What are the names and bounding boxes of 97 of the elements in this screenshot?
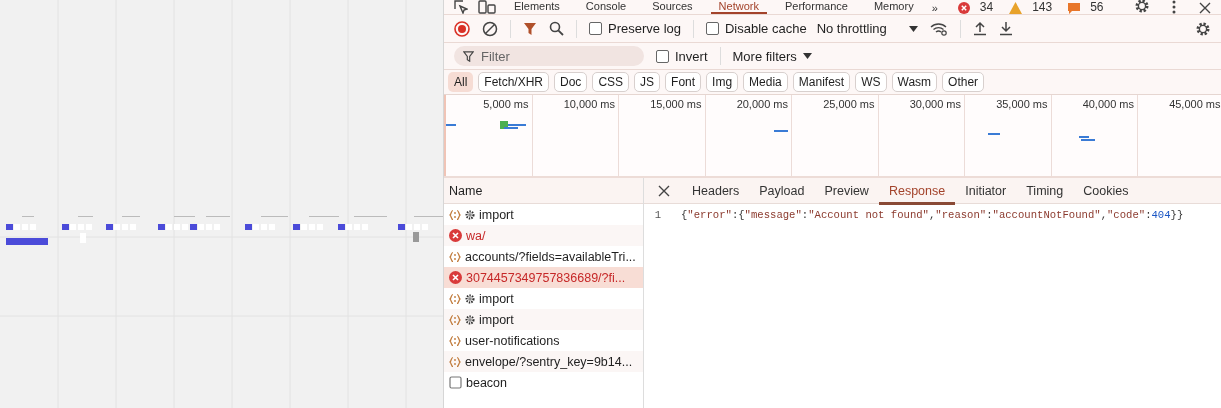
code-brackets-icon — [449, 355, 461, 368]
checkbox[interactable] — [706, 22, 719, 35]
request-name: 3074457349757836689/?fi... — [466, 270, 626, 285]
more-filters-dropdown[interactable]: More filters — [732, 48, 812, 64]
error-icon — [449, 271, 462, 284]
throttling-dropdown[interactable]: No throttling — [816, 21, 918, 36]
request-name: user-notifications — [465, 333, 560, 348]
type-filter-chip[interactable]: Doc — [554, 72, 588, 92]
clear-icon[interactable] — [482, 20, 498, 37]
close-icon[interactable] — [1199, 2, 1211, 14]
code-brackets-icon — [449, 250, 461, 263]
issue-count[interactable]: 34 — [979, 0, 994, 14]
network-conditions-icon[interactable] — [929, 21, 948, 36]
timeline-tick-label: 10,000 ms — [563, 98, 615, 110]
message-icon — [1068, 3, 1081, 14]
type-filter-chip[interactable]: WS — [855, 72, 887, 92]
caret-icon — [802, 53, 812, 59]
gear-icon — [465, 293, 475, 304]
panel-tab[interactable]: Memory — [865, 0, 922, 14]
timeline-tick-label: 35,000 ms — [996, 98, 1048, 110]
request-name: import — [479, 291, 514, 306]
detail-tab[interactable]: Timing — [1016, 179, 1074, 205]
detail-tab[interactable]: Initiator — [955, 179, 1017, 205]
inspect-icon[interactable] — [454, 0, 468, 14]
search-icon[interactable] — [549, 21, 564, 36]
type-filter-chip[interactable]: Media — [743, 72, 788, 92]
checkbox[interactable] — [589, 22, 602, 35]
detail-tab[interactable]: Response — [878, 179, 956, 205]
timeline-tick-label: 40,000 ms — [1082, 98, 1134, 110]
type-filter-chip[interactable]: Fetch/XHR — [478, 72, 550, 92]
request-row[interactable]: wa/ — [444, 225, 643, 246]
upload-icon[interactable] — [972, 21, 987, 36]
line-number: 1 — [653, 209, 662, 221]
disable-cache-label[interactable]: Disable cache — [725, 21, 807, 36]
request-name: envelope/?sentry_key=9b14... — [465, 354, 633, 369]
type-filter-chip[interactable]: Wasm — [891, 72, 938, 92]
issue-count[interactable]: 143 — [1032, 0, 1053, 14]
timeline-tick-label: 5,000 ms — [483, 98, 529, 110]
code-brackets-icon — [449, 313, 461, 326]
timeline-tick-label: 45,000 ms — [1169, 98, 1221, 110]
detail-tab[interactable]: Headers — [682, 179, 750, 205]
error-icon — [449, 229, 462, 242]
panel-tab[interactable]: Elements — [506, 0, 568, 14]
gear-icon — [465, 209, 475, 220]
filter-icon[interactable] — [523, 21, 537, 36]
filter-icon — [463, 51, 474, 62]
request-row[interactable]: user-notifications — [444, 330, 643, 351]
request-row[interactable]: accounts/?fields=availableTri... — [444, 246, 643, 267]
preserve-log-label[interactable]: Preserve log — [608, 21, 681, 36]
type-filter-chip[interactable]: Font — [665, 72, 702, 92]
detail-tab[interactable]: Payload — [749, 179, 815, 205]
timeline-tick-label: 20,000 ms — [736, 98, 788, 110]
response-code-line: {"error":{"message":"Account not found","reason":"accountNotFound","code":404}} — [681, 209, 1184, 221]
request-row[interactable]: import — [444, 309, 643, 330]
type-filter-chip[interactable]: Other — [942, 72, 985, 92]
request-name: import — [479, 207, 514, 222]
type-filter-chip[interactable]: Img — [706, 72, 739, 92]
code-brackets-icon — [449, 292, 461, 305]
request-row[interactable]: envelope/?sentry_key=9b14... — [444, 351, 643, 372]
column-header[interactable]: Name — [449, 183, 483, 198]
detail-tab[interactable]: Preview — [814, 179, 879, 205]
code-brackets-icon — [449, 334, 461, 347]
more-tabs-button[interactable]: » — [931, 2, 938, 14]
issue-count[interactable]: 56 — [1090, 0, 1104, 14]
document-icon — [449, 376, 462, 389]
request-row[interactable]: import — [444, 204, 643, 225]
type-filter-chip[interactable]: Manifest — [792, 72, 851, 92]
request-row[interactable]: import — [444, 288, 643, 309]
request-row[interactable]: 3074457349757836689/?fi... — [444, 267, 643, 288]
request-name: beacon — [466, 375, 507, 390]
panel-tab[interactable]: Sources — [644, 0, 701, 14]
code-brackets-icon — [449, 208, 461, 221]
request-row[interactable]: beacon — [444, 372, 643, 393]
timeline-tick-label: 30,000 ms — [909, 98, 961, 110]
settings-icon[interactable] — [1134, 0, 1151, 14]
filter-field[interactable]: Filter — [454, 46, 644, 66]
timeline-tick-label: 15,000 ms — [650, 98, 702, 110]
request-name: accounts/?fields=availableTri... — [465, 249, 636, 264]
record-icon[interactable] — [454, 20, 470, 37]
device-toolbar-icon[interactable] — [478, 0, 496, 14]
type-filter-chip[interactable]: All — [448, 72, 474, 92]
type-filter-chip[interactable]: JS — [634, 72, 661, 92]
more-options-icon[interactable] — [1172, 0, 1177, 14]
checkbox[interactable] — [656, 49, 669, 63]
close-icon[interactable] — [658, 184, 670, 197]
panel-tab[interactable]: Performance — [776, 0, 856, 14]
request-name: import — [479, 312, 514, 327]
caret-icon — [908, 25, 918, 32]
request-name: wa/ — [466, 228, 486, 243]
detail-tab[interactable]: Cookies — [1073, 179, 1139, 205]
type-filter-chip[interactable]: CSS — [592, 72, 630, 92]
download-icon[interactable] — [998, 21, 1013, 36]
settings-icon[interactable] — [1195, 20, 1211, 37]
panel-tab[interactable]: Console — [577, 0, 635, 14]
timeline-tick-label: 25,000 ms — [823, 98, 875, 110]
invert-label[interactable]: Invert — [675, 48, 708, 64]
gear-icon — [465, 314, 475, 325]
